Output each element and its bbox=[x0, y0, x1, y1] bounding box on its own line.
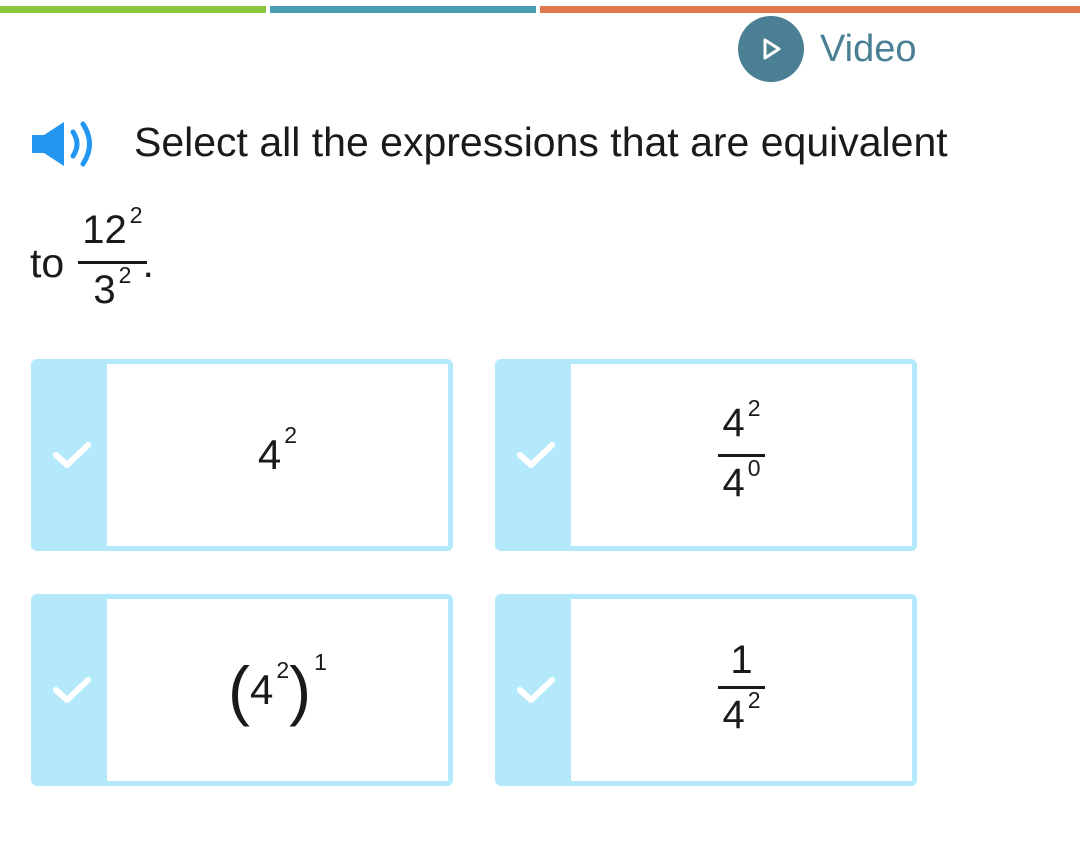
choice-card-3[interactable]: ( 42 ) 1 bbox=[31, 594, 453, 786]
prompt-to: to bbox=[30, 239, 65, 286]
play-icon bbox=[738, 16, 804, 82]
expression-exponent: 2 bbox=[284, 421, 298, 448]
progress-segment-1 bbox=[0, 6, 266, 13]
choice-selector-2[interactable] bbox=[500, 364, 571, 546]
check-icon bbox=[516, 442, 555, 468]
fraction-denominator: 42 bbox=[718, 687, 764, 742]
numerator-exponent: 2 bbox=[129, 202, 143, 228]
speaker-icon[interactable] bbox=[30, 118, 106, 170]
choice-expression-1: 42 bbox=[107, 364, 448, 546]
denominator-exponent: 2 bbox=[118, 262, 132, 288]
choice-fraction: 1 42 bbox=[718, 638, 765, 742]
fraction-denominator: 40 bbox=[718, 455, 764, 510]
video-label: Video bbox=[820, 27, 917, 70]
fraction-denominator: 32 bbox=[89, 262, 135, 317]
choice-expression-4: 1 42 bbox=[571, 599, 912, 781]
fraction-numerator: 1 bbox=[730, 638, 753, 682]
choice-expression-3: ( 42 ) 1 bbox=[107, 599, 448, 781]
check-icon bbox=[52, 677, 91, 703]
outer-exponent: 1 bbox=[314, 648, 327, 675]
fraction-numerator: 12 2 bbox=[78, 202, 146, 257]
numerator-base: 12 bbox=[82, 208, 127, 252]
check-icon bbox=[516, 677, 555, 703]
fraction-numerator: 42 bbox=[718, 395, 764, 450]
choice-card-1[interactable]: 42 bbox=[31, 359, 453, 551]
denominator-base: 4 bbox=[722, 693, 745, 737]
expression-base: 4 bbox=[257, 431, 282, 478]
denominator-exponent: 0 bbox=[747, 454, 761, 481]
end-punctuation: . bbox=[142, 239, 154, 286]
choice-selector-3[interactable] bbox=[36, 599, 107, 781]
prompt-line-2: to 12 2 32 . bbox=[30, 202, 154, 317]
numerator-exponent: 2 bbox=[747, 394, 761, 421]
fraction-bar bbox=[78, 261, 147, 264]
denominator-base: 4 bbox=[722, 460, 745, 505]
progress-segment-3 bbox=[540, 6, 1080, 13]
expression-exponent: 2 bbox=[276, 656, 290, 683]
choice-card-4[interactable]: 1 42 bbox=[495, 594, 917, 786]
denominator-exponent: 2 bbox=[747, 687, 761, 713]
choice-selector-1[interactable] bbox=[36, 364, 107, 546]
choice-card-2[interactable]: 42 40 bbox=[495, 359, 917, 551]
check-icon bbox=[52, 442, 91, 468]
choice-fraction: 42 40 bbox=[718, 395, 765, 510]
expression-base: 4 bbox=[250, 666, 274, 713]
progress-segment-2 bbox=[270, 6, 536, 13]
numerator-base: 4 bbox=[722, 400, 745, 445]
choice-expression-2: 42 40 bbox=[571, 364, 912, 546]
open-paren: ( bbox=[228, 653, 251, 727]
choice-selector-4[interactable] bbox=[500, 599, 571, 781]
denominator-base: 3 bbox=[93, 268, 116, 312]
question-fraction: 12 2 32 bbox=[78, 202, 147, 317]
close-paren: ) bbox=[289, 653, 312, 727]
video-button[interactable]: Video bbox=[738, 16, 930, 82]
power-of-power: ( 42 ) 1 bbox=[228, 649, 327, 727]
prompt-text: Select all the expressions that are equi… bbox=[134, 119, 948, 165]
